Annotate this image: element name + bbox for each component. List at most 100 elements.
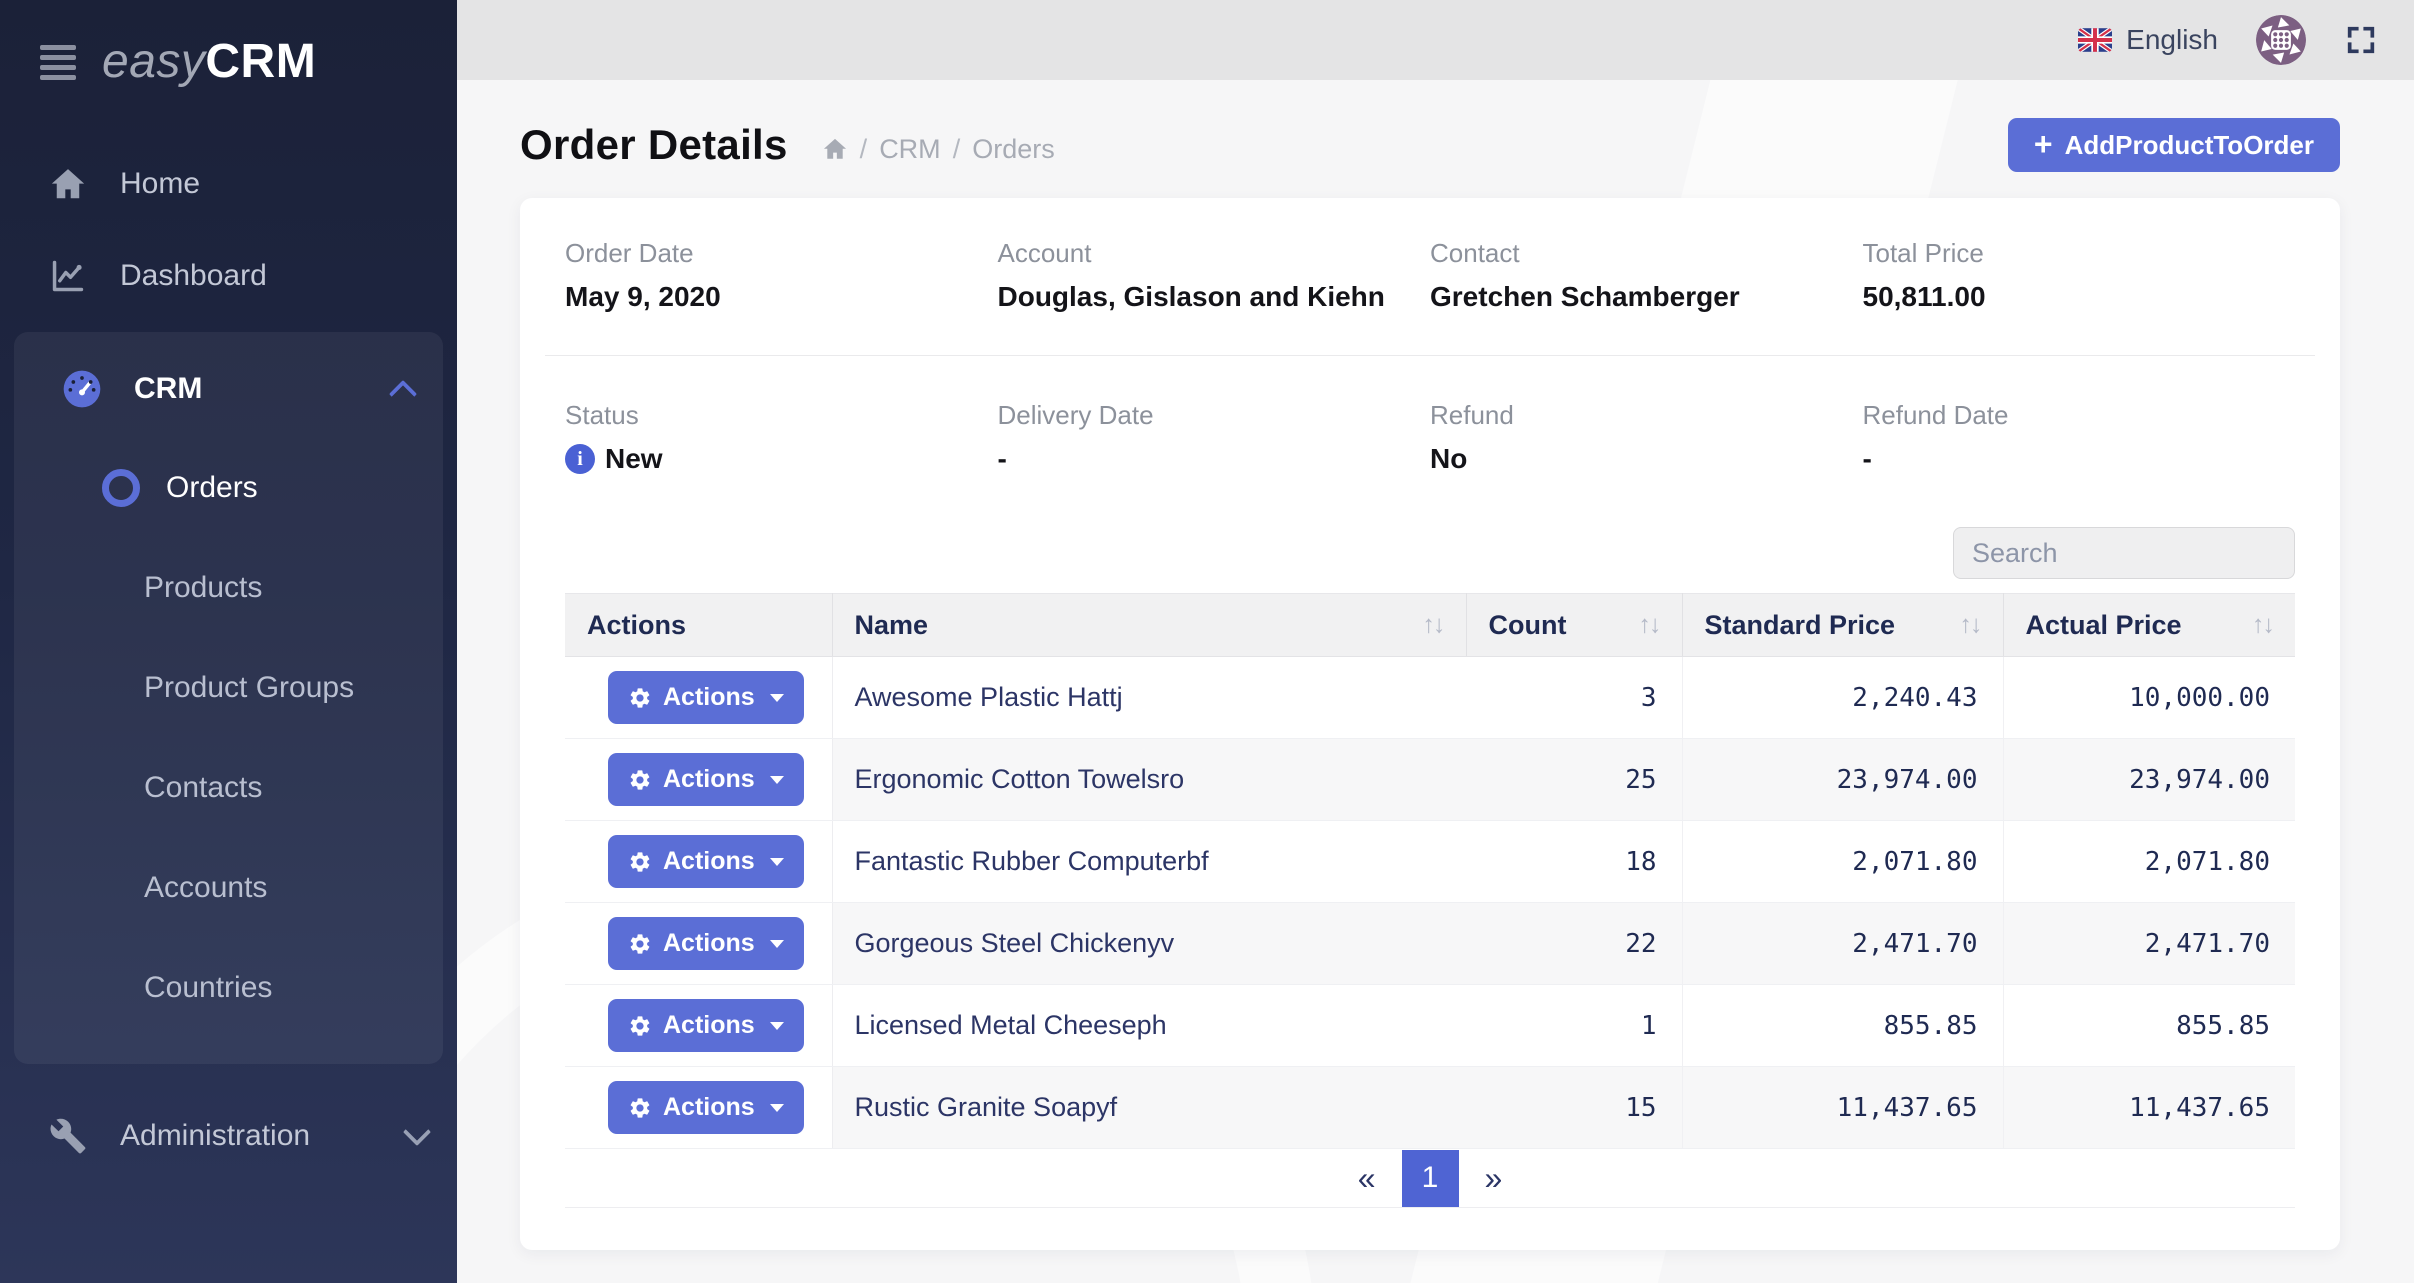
sidebar-item-orders[interactable]: Orders	[14, 438, 443, 538]
gear-icon	[628, 850, 652, 874]
sort-icon: ↑↓	[1639, 611, 1660, 640]
gear-icon	[628, 932, 652, 956]
cell-name: Fantastic Rubber Computerbf	[832, 821, 1466, 903]
order-date-field: Order Date May 9, 2020	[565, 238, 998, 313]
cell-actual-price: 10,000.00	[2003, 657, 2295, 739]
row-actions-button[interactable]: Actions	[608, 671, 804, 724]
field-label: Account	[998, 238, 1431, 269]
cell-actions: Actions	[565, 739, 832, 821]
cell-actual-price: 855.85	[2003, 985, 2295, 1067]
sidebar-item-label: Orders	[166, 471, 258, 505]
table-row: Actions Awesome Plastic Hattj 3 2,240.43…	[565, 657, 2295, 739]
column-header-actual-price[interactable]: Actual Price ↑↓	[2003, 594, 2295, 657]
contact-field: Contact Gretchen Schamberger	[1430, 238, 1863, 313]
home-icon	[48, 165, 88, 203]
cell-count: 15	[1466, 1067, 1682, 1149]
delivery-date-field: Delivery Date -	[998, 400, 1431, 475]
table-header-row: Actions Name ↑↓ Count ↑↓ Standard Price	[565, 594, 2295, 657]
field-value: No	[1430, 443, 1863, 475]
sidebar-item-crm[interactable]: CRM	[14, 346, 443, 432]
cell-standard-price: 2,071.80	[1682, 821, 2003, 903]
table-toolbar	[565, 527, 2295, 579]
brand-logo[interactable]: easyCRM	[102, 38, 316, 86]
info-icon: i	[565, 444, 595, 474]
sidebar-item-label: Home	[120, 167, 200, 201]
pagination-prev[interactable]: «	[1358, 1160, 1376, 1197]
sidebar-item-products[interactable]: Products	[14, 538, 443, 638]
breadcrumb-crm[interactable]: CRM	[879, 134, 941, 165]
actions-button-label: Actions	[663, 929, 755, 958]
gear-icon	[628, 768, 652, 792]
breadcrumb-orders[interactable]: Orders	[972, 134, 1055, 165]
language-selector[interactable]: English	[2078, 24, 2218, 56]
wrench-icon	[48, 1117, 88, 1155]
breadcrumb-home-icon[interactable]	[822, 136, 848, 162]
sidebar-item-dashboard[interactable]: Dashboard	[0, 230, 457, 322]
sort-icon: ↑↓	[2252, 611, 2273, 640]
cell-name: Ergonomic Cotton Towelsro	[832, 739, 1466, 821]
actions-button-label: Actions	[663, 683, 755, 712]
sidebar-item-accounts[interactable]: Accounts	[14, 838, 443, 938]
cell-standard-price: 2,240.43	[1682, 657, 2003, 739]
column-header-name[interactable]: Name ↑↓	[832, 594, 1466, 657]
chevron-up-icon	[389, 380, 417, 408]
column-header-standard-price[interactable]: Standard Price ↑↓	[1682, 594, 2003, 657]
cell-actions: Actions	[565, 657, 832, 739]
fullscreen-icon[interactable]	[2344, 23, 2378, 57]
sidebar-item-label: Product Groups	[144, 671, 354, 705]
cell-count: 1	[1466, 985, 1682, 1067]
sidebar-header: easyCRM	[0, 0, 457, 98]
refund-field: Refund No	[1430, 400, 1863, 475]
cell-standard-price: 855.85	[1682, 985, 2003, 1067]
refund-date-field: Refund Date -	[1863, 400, 2296, 475]
sort-icon: ↑↓	[1423, 611, 1444, 640]
add-product-to-order-button[interactable]: + AddProductToOrder	[2008, 118, 2340, 172]
sidebar-item-contacts[interactable]: Contacts	[14, 738, 443, 838]
cell-actual-price: 2,471.70	[2003, 903, 2295, 985]
row-actions-button[interactable]: Actions	[608, 753, 804, 806]
sidebar-group-crm: CRM Orders Products Product Groups Contacts…	[14, 332, 443, 1064]
order-details-card: Order Date May 9, 2020 Account Douglas, …	[520, 198, 2340, 1250]
table-row: Actions Gorgeous Steel Chickenyv 22 2,47…	[565, 903, 2295, 985]
row-actions-button[interactable]: Actions	[608, 917, 804, 970]
cell-name: Licensed Metal Cheeseph	[832, 985, 1466, 1067]
order-products-table: Actions Name ↑↓ Count ↑↓ Standard Price	[565, 593, 2295, 1149]
table-row: Actions Fantastic Rubber Computerbf 18 2…	[565, 821, 2295, 903]
sidebar-item-administration[interactable]: Administration	[0, 1090, 457, 1182]
cell-count: 18	[1466, 821, 1682, 903]
brand-crm: CRM	[205, 35, 316, 88]
gear-icon	[628, 1014, 652, 1038]
sidebar-item-countries[interactable]: Countries	[14, 938, 443, 1038]
pagination: « 1 »	[565, 1149, 2295, 1208]
divider	[545, 355, 2315, 356]
caret-down-icon	[770, 940, 784, 948]
sidebar-item-label: Dashboard	[120, 259, 267, 293]
account-field: Account Douglas, Gislason and Kiehn	[998, 238, 1431, 313]
field-label: Order Date	[565, 238, 998, 269]
search-input[interactable]	[1953, 527, 2295, 579]
cell-actual-price: 23,974.00	[2003, 739, 2295, 821]
field-value: -	[998, 443, 1431, 475]
menu-toggle-icon[interactable]	[40, 45, 76, 80]
row-actions-button[interactable]: Actions	[608, 999, 804, 1052]
sidebar-nav: Home Dashboard	[0, 138, 457, 1182]
pagination-next[interactable]: »	[1485, 1160, 1503, 1197]
caret-down-icon	[770, 1022, 784, 1030]
sidebar-item-label: Administration	[120, 1119, 310, 1153]
row-actions-button[interactable]: Actions	[608, 1081, 804, 1134]
sidebar-item-product-groups[interactable]: Product Groups	[14, 638, 443, 738]
status-field: Status i New	[565, 400, 998, 475]
pagination-page-1[interactable]: 1	[1402, 1150, 1459, 1207]
sidebar-item-home[interactable]: Home	[0, 138, 457, 230]
caret-down-icon	[770, 858, 784, 866]
chevron-down-icon	[403, 1118, 431, 1146]
gauge-icon	[62, 369, 102, 409]
field-label: Total Price	[1863, 238, 2296, 269]
row-actions-button[interactable]: Actions	[608, 835, 804, 888]
page-header: Order Details / CRM / Orders + AddProduc…	[520, 118, 2340, 172]
cell-actual-price: 11,437.65	[2003, 1067, 2295, 1149]
topbar: English	[457, 0, 2414, 80]
column-header-count[interactable]: Count ↑↓	[1466, 594, 1682, 657]
caret-down-icon	[770, 694, 784, 702]
avatar[interactable]	[2256, 15, 2306, 65]
